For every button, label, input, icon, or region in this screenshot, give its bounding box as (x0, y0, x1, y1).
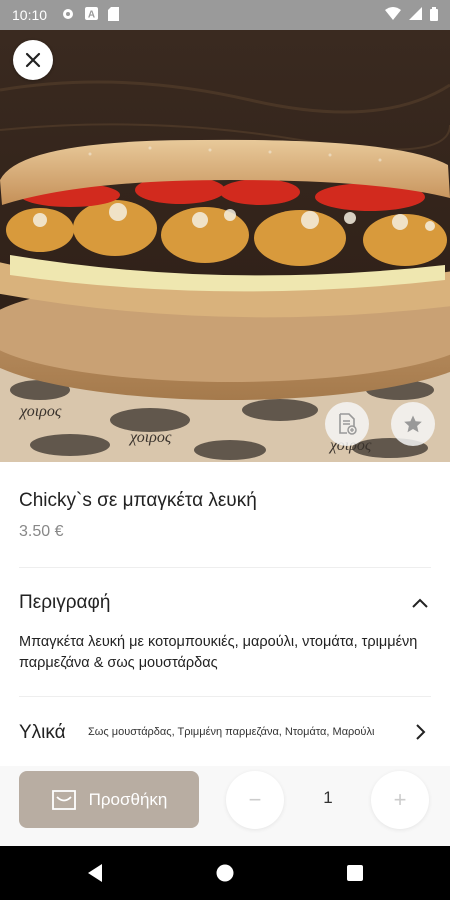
close-button[interactable] (13, 40, 53, 80)
add-to-cart-button[interactable]: Προσθήκη (19, 771, 199, 828)
quantity-value: 1 (323, 788, 333, 807)
recents-icon[interactable] (346, 864, 364, 887)
favorite-button[interactable] (391, 402, 435, 446)
star-icon (404, 415, 422, 433)
signal-icon (409, 7, 422, 23)
navigation-bar (0, 846, 450, 900)
plus-icon: + (393, 787, 407, 812)
sd-card-icon (108, 6, 120, 24)
cart-icon (51, 789, 76, 810)
back-icon[interactable] (86, 863, 104, 888)
status-bar: 10:10 A (0, 0, 450, 30)
add-to-cart-label: Προσθήκη (88, 789, 168, 809)
decrease-quantity-button[interactable]: − (226, 771, 284, 829)
logo-text: χοιρος (18, 403, 62, 420)
minus-icon: − (248, 787, 262, 812)
description-header[interactable]: Περιγραφή (19, 592, 110, 614)
note-add-icon (339, 413, 357, 435)
status-time: 10:10 (12, 7, 48, 23)
product-title: Chicky`s σε μπαγκέτα λευκή (19, 490, 257, 511)
increase-quantity-button[interactable]: + (371, 771, 429, 829)
divider (19, 567, 431, 568)
home-icon[interactable] (215, 863, 235, 888)
battery-icon (430, 6, 438, 24)
svg-text:A: A (88, 10, 95, 21)
ingredients-label: Υλικά (19, 722, 66, 743)
close-icon (25, 52, 41, 68)
product-price: 3.50 € (19, 523, 64, 540)
ingredients-list[interactable]: Σως μουστάρδας, Τριμμένη παρμεζάνα, Ντομ… (88, 726, 406, 738)
a-icon: A (85, 7, 99, 23)
divider (19, 696, 431, 697)
description-text: Μπαγκέτα λευκή με κοτομπουκιές, μαρούλι,… (19, 634, 418, 671)
wifi-icon (385, 7, 401, 23)
chevron-right-icon[interactable] (413, 722, 429, 747)
cart-bar: Προσθήκη − 1 + (0, 766, 450, 846)
gear-icon (61, 7, 75, 24)
logo-text: χοιρος (128, 429, 172, 446)
chevron-up-icon[interactable] (410, 594, 430, 619)
note-button[interactable] (325, 402, 369, 446)
product-image: χοιρος χοιρος χοιρος (0, 30, 450, 462)
